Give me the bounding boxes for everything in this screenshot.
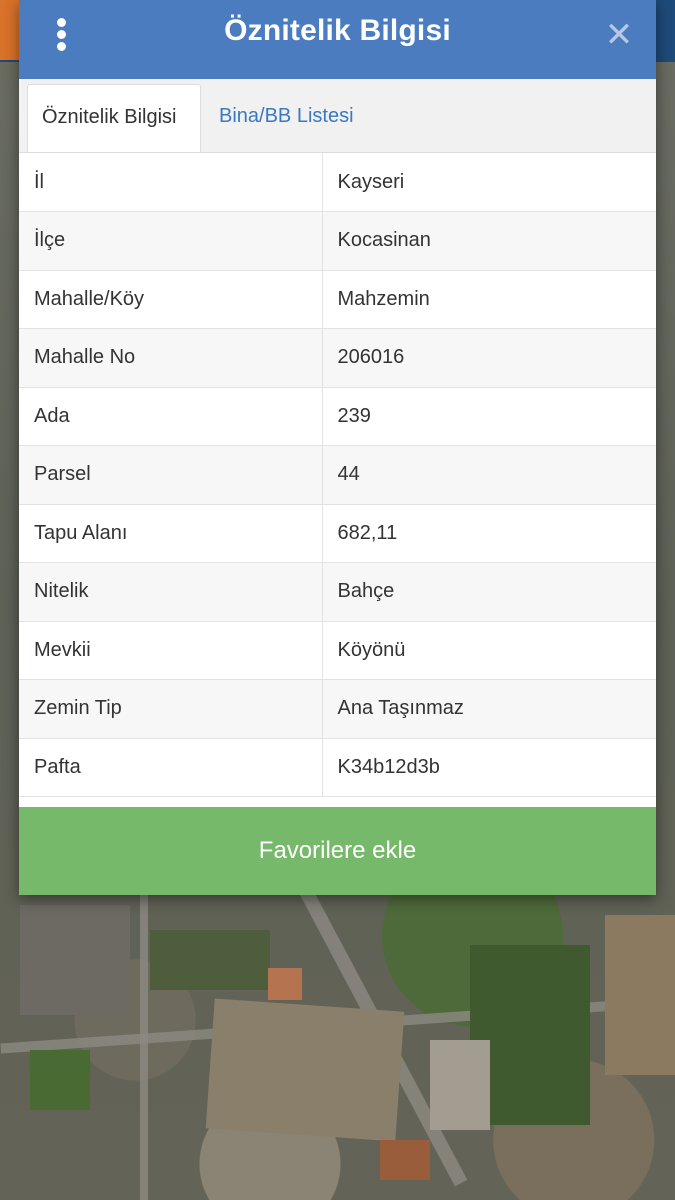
attribute-key: Ada	[19, 387, 323, 446]
dialog-title: Öznitelik Bilgisi	[224, 14, 451, 47]
map-building	[430, 1040, 490, 1130]
tab-building-list[interactable]: Bina/BB Listesi	[205, 84, 368, 152]
attribute-value: Kayseri	[322, 153, 656, 212]
table-row: Mahalle/Köy Mahzemin	[19, 270, 656, 329]
map-field	[605, 915, 675, 1075]
attribute-table: İl Kayseri İlçe Kocasinan Mahalle/Köy Mahze…	[19, 153, 656, 797]
tab-attribute-info[interactable]: Öznitelik Bilgisi	[27, 84, 201, 152]
dialog-header: Öznitelik Bilgisi ✕	[19, 0, 656, 79]
table-row: İlçe Kocasinan	[19, 211, 656, 271]
table-row: Nitelik Bahçe	[19, 562, 656, 622]
attribute-key: Tapu Alanı	[19, 504, 323, 563]
attribute-value: Kocasinan	[322, 211, 656, 271]
attribute-value: K34b12d3b	[322, 738, 656, 797]
attribute-value: 682,11	[322, 504, 656, 563]
table-row: Zemin Tip Ana Taşınmaz	[19, 679, 656, 739]
table-row: Tapu Alanı 682,11	[19, 504, 656, 563]
attribute-value: Bahçe	[322, 562, 656, 622]
table-row: Ada 239	[19, 387, 656, 446]
attribute-key: Zemin Tip	[19, 679, 323, 739]
table-row: Parsel 44	[19, 445, 656, 505]
table-row: Pafta K34b12d3b	[19, 738, 656, 797]
attribute-value: Ana Taşınmaz	[322, 679, 656, 739]
attribute-value: 239	[322, 387, 656, 446]
attribute-value: 206016	[322, 328, 656, 388]
map-top-left-accent	[0, 0, 19, 60]
attribute-value: 44	[322, 445, 656, 505]
attribute-key: İlçe	[19, 211, 323, 271]
attribute-key: Parsel	[19, 445, 323, 505]
map-building	[268, 968, 302, 1000]
table-row: Mahalle No 206016	[19, 328, 656, 388]
attribute-key: Pafta	[19, 738, 323, 797]
attribute-key: Nitelik	[19, 562, 323, 622]
attribute-info-dialog: Öznitelik Bilgisi ✕ Öznitelik Bilgisi Bi…	[19, 0, 656, 895]
attribute-key: Mahalle/Köy	[19, 270, 323, 329]
attribute-key: İl	[19, 153, 323, 212]
close-icon[interactable]: ✕	[604, 18, 634, 52]
table-row: Mevkii Köyönü	[19, 621, 656, 680]
map-field	[30, 1050, 90, 1110]
attribute-key: Mevkii	[19, 621, 323, 680]
attribute-key: Mahalle No	[19, 328, 323, 388]
map-building	[380, 1140, 430, 1180]
table-row: İl Kayseri	[19, 153, 656, 212]
map-road	[140, 895, 148, 1200]
attribute-value: Köyönü	[322, 621, 656, 680]
map-buildings	[20, 905, 130, 1015]
add-to-favorites-button[interactable]: Favorilere ekle	[19, 807, 656, 895]
tab-bar: Öznitelik Bilgisi Bina/BB Listesi	[19, 79, 656, 153]
attribute-value: Mahzemin	[322, 270, 656, 329]
map-field	[205, 998, 405, 1142]
map-field	[150, 930, 270, 990]
